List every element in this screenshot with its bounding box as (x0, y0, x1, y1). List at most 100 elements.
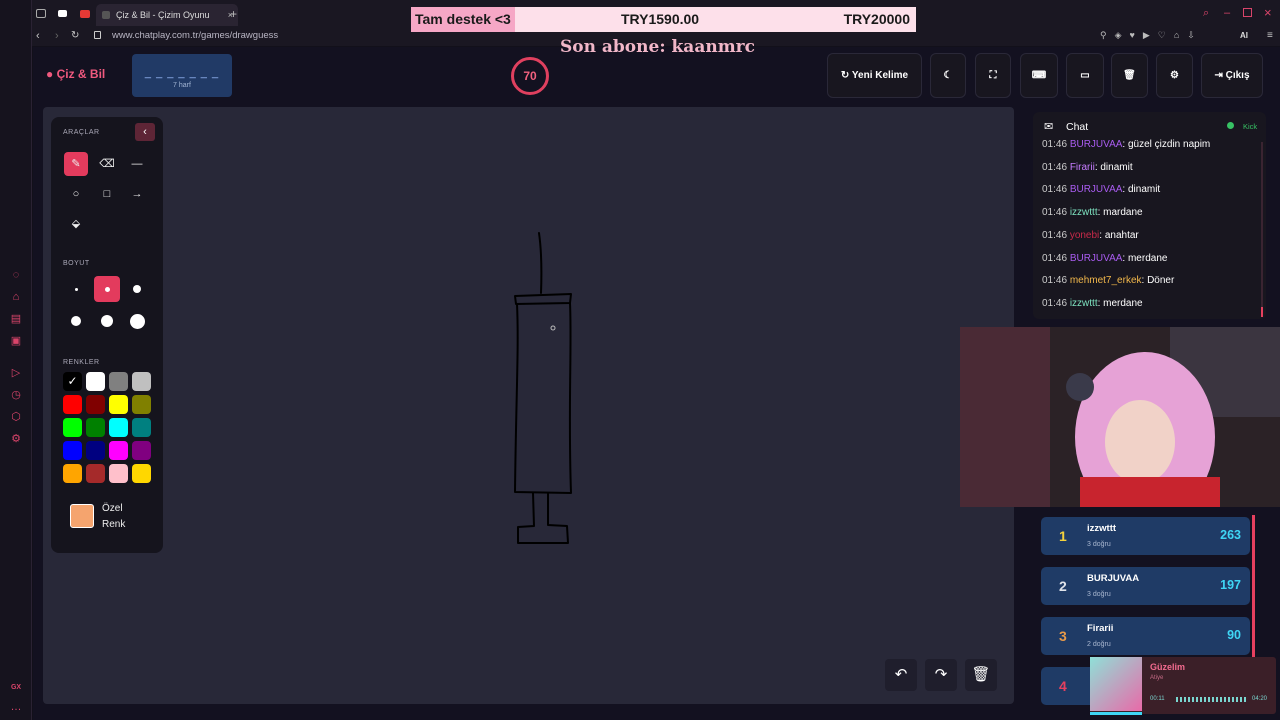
circle-tool[interactable]: ○ (64, 182, 88, 206)
color-swatch[interactable] (86, 464, 105, 483)
menu-icon[interactable]: ≡ (1267, 30, 1273, 41)
sidebar-messenger-icon[interactable]: ▣ (9, 334, 23, 348)
archive-button[interactable]: ▭ (1066, 53, 1104, 98)
tab-favicon-icon (102, 11, 110, 19)
ai-button[interactable]: AI (1240, 31, 1248, 40)
color-swatch[interactable] (132, 441, 151, 460)
clear-button[interactable]: 🗑 (1111, 53, 1148, 98)
browser-tab[interactable]: Çiz & Bil - Çizim Oyunu × (96, 4, 238, 26)
color-swatch[interactable] (86, 372, 105, 391)
close-window-icon[interactable]: × (1264, 5, 1272, 20)
line-icon: — (131, 158, 143, 170)
color-swatch[interactable] (63, 441, 82, 460)
archive-icon: ▭ (1080, 70, 1090, 81)
size-option-2[interactable] (94, 276, 120, 302)
color-swatch[interactable] (109, 395, 128, 414)
drawing-canvas[interactable] (43, 107, 1014, 704)
message-user[interactable]: yonebi (1070, 230, 1099, 241)
color-swatch[interactable] (109, 418, 128, 437)
forward-icon[interactable]: › (55, 30, 59, 42)
gear-icon: ⚙ (1170, 70, 1179, 81)
message-user[interactable]: BURJUVAA (1070, 139, 1123, 150)
extensions-toolbar[interactable]: ⚲◈♥▶♡⌂⇩ (1100, 30, 1203, 41)
player-rank: 3 (1059, 628, 1067, 644)
arrow-tool[interactable]: → (125, 182, 149, 206)
gx-icon[interactable]: GX (9, 681, 23, 695)
line-tool[interactable]: — (125, 152, 149, 176)
app-logo[interactable]: ● Çiz & Bil (46, 67, 105, 81)
sidebar-ai-icon[interactable]: ◌ (9, 268, 23, 282)
sidebar-settings-icon[interactable]: ⚙ (9, 432, 23, 446)
player-rank: 4 (1059, 678, 1067, 694)
message-user[interactable]: BURJUVAA (1070, 184, 1123, 195)
sidebar-extensions-icon[interactable]: ⬡ (9, 410, 23, 424)
brush-tool[interactable]: ✎ (64, 152, 88, 176)
color-swatch[interactable] (132, 418, 151, 437)
custom-color-label: Özel Renk (102, 503, 126, 530)
dark-mode-button[interactable]: ☾ (930, 53, 966, 98)
color-swatch[interactable] (109, 464, 128, 483)
reload-icon[interactable]: ↻ (71, 30, 79, 41)
exit-button[interactable]: ⇥ Çıkış (1201, 53, 1263, 98)
message-user[interactable]: BURJUVAA (1070, 253, 1123, 264)
message-text: : mardane (1097, 207, 1143, 219)
custom-color-swatch[interactable] (70, 504, 94, 528)
settings-button[interactable]: ⚙ (1156, 53, 1193, 98)
eraser-tool[interactable]: ⌫ (95, 152, 119, 176)
more-icon[interactable]: … (9, 700, 23, 714)
message-user[interactable]: Firarii (1070, 162, 1095, 173)
collapse-tools-button[interactable]: ‹ (135, 123, 155, 141)
size-option-6[interactable] (124, 308, 150, 334)
color-swatch[interactable] (86, 441, 105, 460)
color-swatch[interactable] (86, 395, 105, 414)
color-swatch[interactable] (86, 418, 105, 437)
workspace-icon[interactable] (58, 10, 67, 17)
color-swatch[interactable] (63, 418, 82, 437)
color-swatch[interactable] (109, 441, 128, 460)
size-option-3[interactable] (124, 276, 150, 302)
youtube-icon[interactable] (80, 10, 90, 18)
undo-button[interactable]: ↶ (885, 659, 917, 691)
maximize-icon[interactable] (1243, 8, 1252, 17)
color-swatch[interactable]: ✓ (63, 372, 82, 391)
browser-sidebar: ◌ ⌂ ▤ ▣ ▷ ◷ ⬡ ⚙ GX … (0, 0, 32, 720)
chat-scrollbar[interactable] (1261, 142, 1263, 317)
color-swatch[interactable] (132, 464, 151, 483)
leaderboard-row: 3 Firarii 2 doğru 90 (1041, 617, 1250, 655)
url-field[interactable]: www.chatplay.com.tr/games/drawguess (112, 30, 278, 41)
clear-canvas-button[interactable]: 🗑 (965, 659, 997, 691)
keyboard-button[interactable]: ⌨ (1020, 53, 1058, 98)
color-swatch[interactable] (109, 372, 128, 391)
chat-scroll-thumb[interactable] (1261, 307, 1263, 317)
color-swatch[interactable] (132, 395, 151, 414)
sidebar-player-icon[interactable]: ▷ (9, 366, 23, 380)
color-swatch[interactable] (132, 372, 151, 391)
new-word-button[interactable]: ↻ Yeni Kelime (827, 53, 922, 98)
chat-message: 01:46 BURJUVAA: dinamit (1042, 184, 1160, 195)
message-user[interactable]: mehmet7_erkek (1070, 275, 1142, 286)
trash-icon: 🗑 (971, 666, 991, 683)
sidebar-history-icon[interactable]: ◷ (9, 388, 23, 402)
search-icon[interactable]: ⌕ (1203, 7, 1209, 20)
new-tab-icon[interactable]: + (230, 7, 237, 21)
message-user[interactable]: izzwttt (1070, 298, 1098, 309)
back-icon[interactable]: ‹ (36, 30, 40, 42)
color-swatch[interactable] (63, 464, 82, 483)
fill-tool[interactable]: ⬙ (64, 212, 88, 236)
size-option-4[interactable] (63, 308, 89, 334)
custom-color-picker[interactable]: Özel Renk (64, 495, 152, 541)
fullscreen-button[interactable]: ⛶ (975, 53, 1011, 98)
sidebar-shopping-icon[interactable]: ⌂ (9, 290, 23, 304)
size-option-1[interactable] (63, 276, 89, 302)
tabs-icon[interactable] (36, 9, 46, 18)
sidebar-notes-icon[interactable]: ▤ (9, 312, 23, 326)
paint-bucket-icon: ⬙ (71, 218, 81, 230)
size-dot (129, 313, 145, 329)
minimize-icon[interactable]: – (1224, 7, 1230, 19)
message-user[interactable]: izzwttt (1070, 207, 1098, 218)
syringe-sketch (514, 232, 572, 544)
size-option-5[interactable] (94, 308, 120, 334)
redo-button[interactable]: ↷ (925, 659, 957, 691)
color-swatch[interactable] (63, 395, 82, 414)
rectangle-tool[interactable]: □ (95, 182, 119, 206)
